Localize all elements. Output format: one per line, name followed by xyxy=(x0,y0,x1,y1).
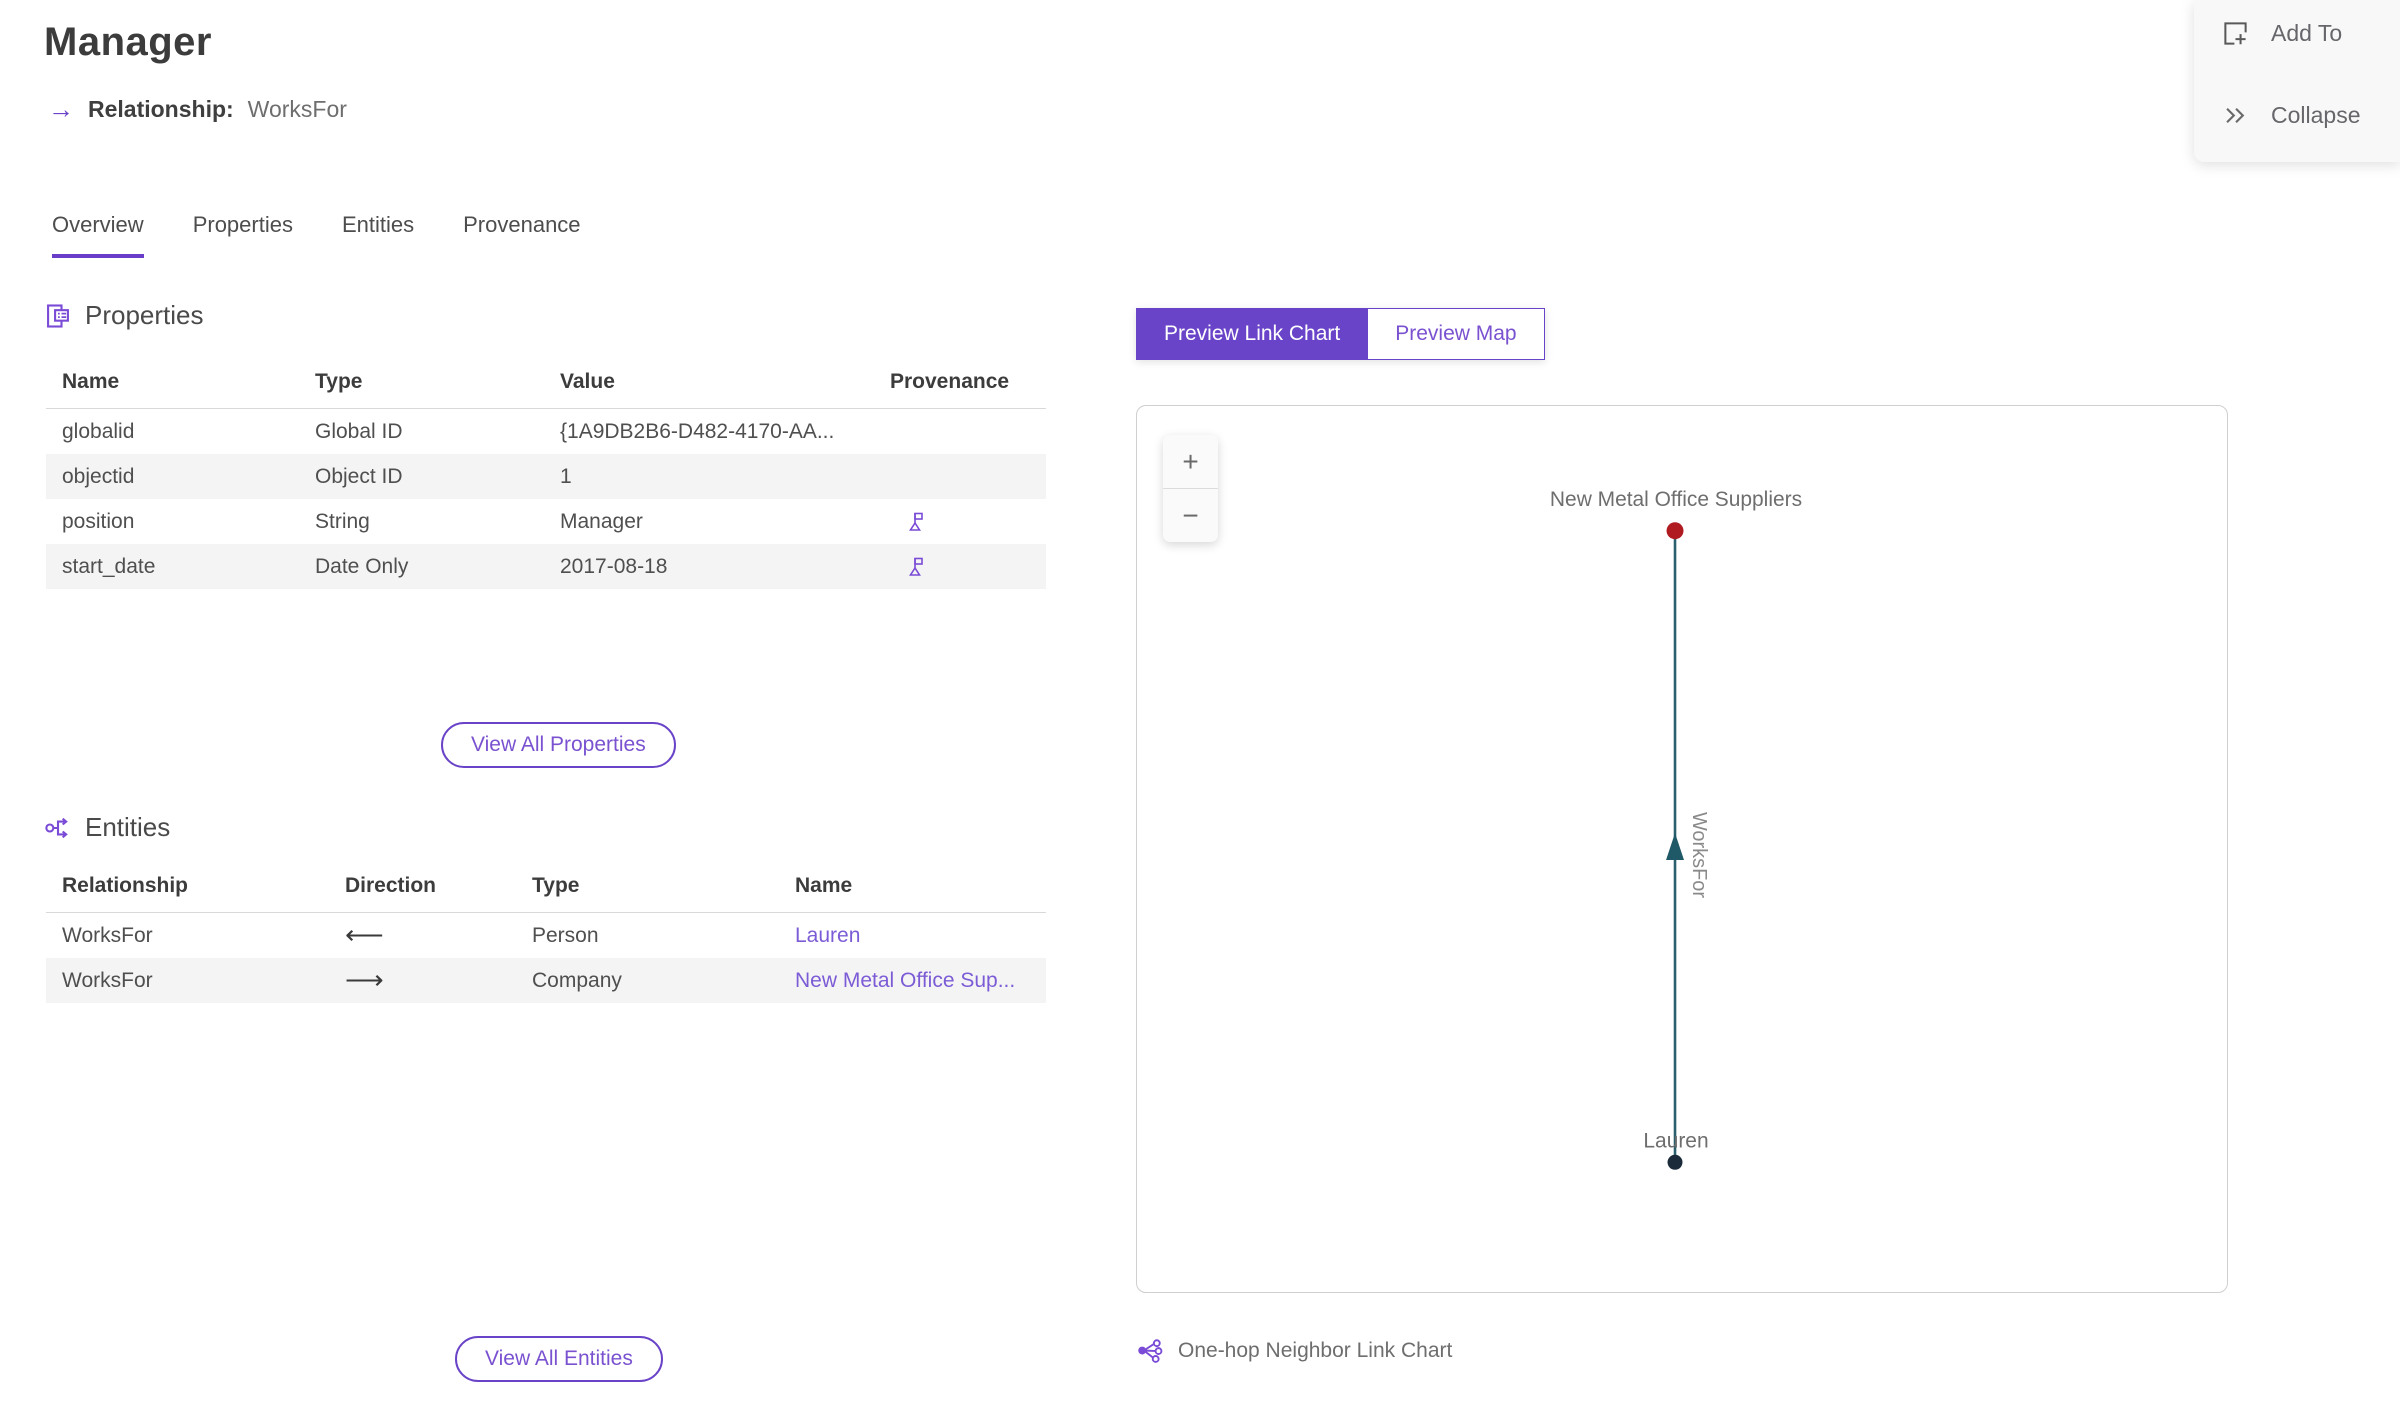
property-value: {1A9DB2B6-D482-4170-AA... xyxy=(560,419,835,443)
edge-label: WorksFor xyxy=(1688,812,1710,898)
relationship-detail-page: Manager → Relationship: WorksFor Add To … xyxy=(0,0,2400,1401)
tab-provenance[interactable]: Provenance xyxy=(463,212,580,258)
relationship-subtitle: → Relationship: WorksFor xyxy=(48,94,347,125)
table-row: globalid Global ID {1A9DB2B6-D482-4170-A… xyxy=(46,409,1046,454)
properties-icon xyxy=(44,302,72,330)
chart-caption: One-hop Neighbor Link Chart xyxy=(1136,1337,1452,1364)
entities-section-heading: Entities xyxy=(44,812,170,843)
tab-entities[interactable]: Entities xyxy=(342,212,414,258)
entity-type: Company xyxy=(532,968,622,992)
property-value: Manager xyxy=(560,509,643,533)
property-name: start_date xyxy=(62,554,156,578)
direction-arrow-left-icon: ⟵ xyxy=(345,920,384,950)
entities-icon xyxy=(44,814,72,842)
properties-section-heading: Properties xyxy=(44,300,204,331)
col-name: Name xyxy=(795,874,853,897)
action-panel: Add To Collapse xyxy=(2194,0,2400,162)
link-chart-canvas[interactable]: New Metal Office Suppliers Lauren WorksF… xyxy=(1136,405,2228,1293)
entities-table-header: Relationship Direction Type Name xyxy=(46,866,1046,913)
one-hop-link-chart-icon xyxy=(1136,1337,1163,1364)
collapse-button[interactable]: Collapse xyxy=(2222,102,2361,129)
preview-link-chart-tab[interactable]: Preview Link Chart xyxy=(1136,308,1369,360)
col-provenance: Provenance xyxy=(890,370,1010,393)
entity-relationship: WorksFor xyxy=(62,923,153,947)
page-title: Manager xyxy=(44,20,212,64)
direction-arrow-right-icon: ⟶ xyxy=(345,965,384,995)
table-row: start_date Date Only 2017-08-18 xyxy=(46,544,1046,589)
entities-table: Relationship Direction Type Name WorksFo… xyxy=(46,866,1046,1003)
add-to-icon xyxy=(2222,20,2249,47)
link-chart-graph: New Metal Office Suppliers Lauren WorksF… xyxy=(1550,488,1802,1170)
add-to-button[interactable]: Add To xyxy=(2222,20,2342,47)
property-provenance xyxy=(874,510,1046,534)
provenance-flag-icon[interactable] xyxy=(904,555,928,579)
col-relationship: Relationship xyxy=(62,874,189,897)
col-type: Type xyxy=(532,874,580,897)
col-value: Value xyxy=(560,370,615,393)
table-row: position String Manager xyxy=(46,499,1046,544)
chart-caption-label: One-hop Neighbor Link Chart xyxy=(1178,1338,1453,1362)
col-direction: Direction xyxy=(345,874,437,897)
zoom-control: + − xyxy=(1163,435,1218,542)
node-company[interactable] xyxy=(1666,522,1684,540)
property-type: Global ID xyxy=(315,419,403,443)
properties-section-title: Properties xyxy=(85,300,204,330)
node-person[interactable] xyxy=(1667,1154,1683,1170)
collapse-icon xyxy=(2222,102,2249,129)
edge-arrowhead-icon xyxy=(1666,833,1684,860)
property-name: objectid xyxy=(62,464,135,488)
property-type: String xyxy=(315,509,370,533)
collapse-label: Collapse xyxy=(2271,102,2361,128)
properties-table: Name Type Value Provenance globalid Glob… xyxy=(46,362,1046,589)
entities-section-title: Entities xyxy=(85,812,171,842)
tab-overview[interactable]: Overview xyxy=(52,212,144,258)
zoom-in-button[interactable]: + xyxy=(1163,435,1218,488)
node-label-top: New Metal Office Suppliers xyxy=(1550,488,1802,511)
add-to-label: Add To xyxy=(2271,20,2343,46)
property-value: 1 xyxy=(560,464,572,488)
property-type: Object ID xyxy=(315,464,403,488)
provenance-flag-icon[interactable] xyxy=(904,510,928,534)
property-type: Date Only xyxy=(315,554,409,578)
zoom-out-button[interactable]: − xyxy=(1163,489,1218,542)
table-row: WorksFor ⟶ Company New Metal Office Sup.… xyxy=(46,958,1046,1003)
table-row: objectid Object ID 1 xyxy=(46,454,1046,499)
preview-map-tab[interactable]: Preview Map xyxy=(1368,308,1545,360)
node-label-bottom: Lauren xyxy=(1643,1129,1708,1152)
table-row: WorksFor ⟵ Person Lauren xyxy=(46,913,1046,958)
relationship-label: Relationship: xyxy=(88,96,234,122)
property-value: 2017-08-18 xyxy=(560,554,668,578)
entity-name-link[interactable]: New Metal Office Sup... xyxy=(795,969,1015,992)
preview-toggle: Preview Link Chart Preview Map xyxy=(1136,308,1545,360)
entity-relationship: WorksFor xyxy=(62,968,153,992)
detail-tabs: Overview Properties Entities Provenance xyxy=(52,212,581,258)
view-all-properties-button[interactable]: View All Properties xyxy=(441,722,676,768)
entity-name-link[interactable]: Lauren xyxy=(795,924,860,947)
property-name: position xyxy=(62,509,135,533)
col-name: Name xyxy=(62,370,120,393)
entity-type: Person xyxy=(532,923,599,947)
view-all-entities-button[interactable]: View All Entities xyxy=(455,1336,663,1382)
tab-properties[interactable]: Properties xyxy=(193,212,293,258)
property-provenance xyxy=(874,555,1046,579)
properties-table-header: Name Type Value Provenance xyxy=(46,362,1046,409)
col-type: Type xyxy=(315,370,363,393)
relationship-arrow-icon: → xyxy=(48,94,74,124)
relationship-value: WorksFor xyxy=(247,96,347,122)
property-name: globalid xyxy=(62,419,135,443)
